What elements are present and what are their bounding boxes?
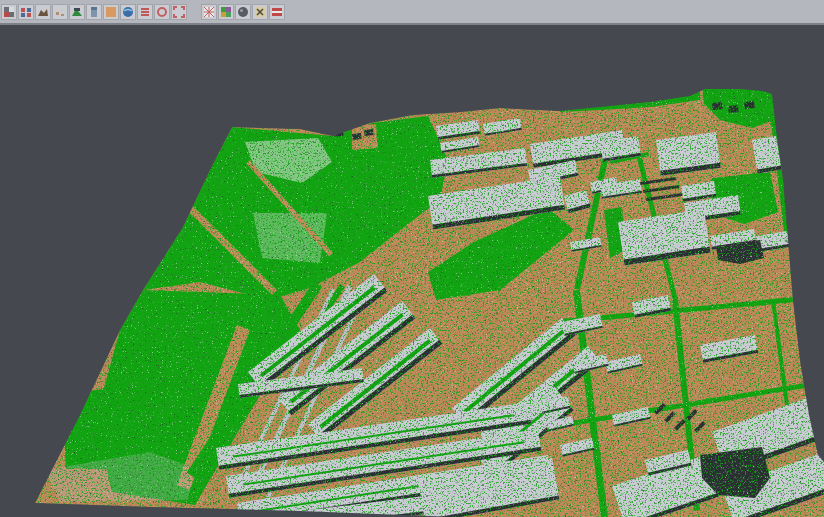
flag-markers-icon bbox=[271, 6, 283, 18]
dtm-surface-icon bbox=[37, 6, 49, 18]
toolbar bbox=[0, 0, 824, 25]
measure-tool-icon bbox=[254, 6, 266, 18]
extent-select-icon bbox=[173, 6, 185, 18]
dsm-terrain-icon bbox=[71, 6, 83, 18]
classification-map-icon bbox=[220, 6, 232, 18]
toolbar-button-classification-map[interactable] bbox=[218, 4, 234, 20]
sphere-render-icon bbox=[237, 6, 249, 18]
circle-select-icon bbox=[156, 6, 168, 18]
toolbar-button-globe-view[interactable] bbox=[120, 4, 136, 20]
toolbar-button-measure-tool[interactable] bbox=[252, 4, 268, 20]
open-file-icon bbox=[3, 6, 15, 18]
toolbar-button-circle-select[interactable] bbox=[154, 4, 170, 20]
toolbar-button-attribute-list[interactable] bbox=[137, 4, 153, 20]
toolbar-button-dtm-surface[interactable] bbox=[35, 4, 51, 20]
toolbar-button-grid-overlay[interactable] bbox=[201, 4, 217, 20]
profile-view-icon bbox=[88, 6, 100, 18]
attribute-list-icon bbox=[139, 6, 151, 18]
toolbar-button-profile-view[interactable] bbox=[86, 4, 102, 20]
toolbar-button-dsm-terrain[interactable] bbox=[69, 4, 85, 20]
ortho-tile-icon bbox=[105, 6, 117, 18]
application-window bbox=[0, 0, 824, 517]
globe-view-icon bbox=[122, 6, 134, 18]
sparse-points-icon bbox=[54, 6, 66, 18]
toolbar-button-ortho-tile[interactable] bbox=[103, 4, 119, 20]
toolbar-button-sphere-render[interactable] bbox=[235, 4, 251, 20]
viewport-3d[interactable] bbox=[0, 25, 824, 517]
toolbar-button-flag-markers[interactable] bbox=[269, 4, 285, 20]
toolbar-button-classify-points[interactable] bbox=[18, 4, 34, 20]
grid-overlay-icon bbox=[203, 6, 215, 18]
classify-points-icon bbox=[20, 6, 32, 18]
toolbar-button-sparse-points[interactable] bbox=[52, 4, 68, 20]
toolbar-button-extent-select[interactable] bbox=[171, 4, 187, 20]
toolbar-button-open-file[interactable] bbox=[1, 4, 17, 20]
